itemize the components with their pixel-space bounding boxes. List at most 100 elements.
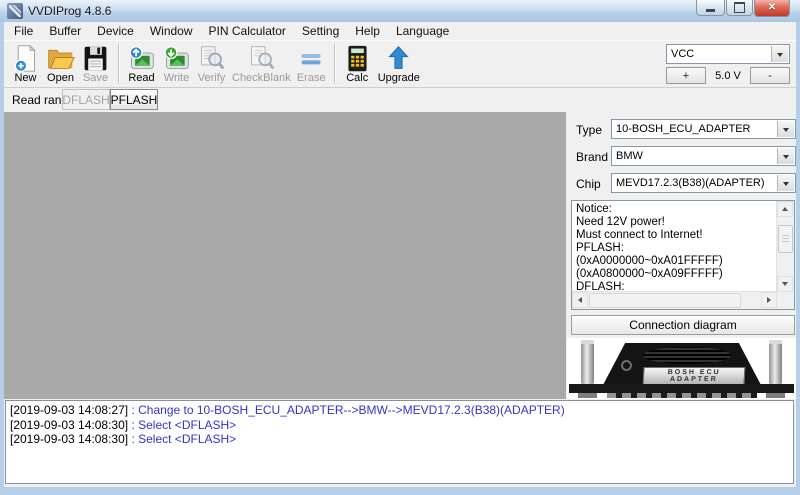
menu-item-setting[interactable]: Setting (294, 23, 347, 39)
log-separator: : (128, 432, 139, 446)
notice-text: Notice: Need 12V power! Must connect to In… (572, 201, 776, 291)
menu-item-help[interactable]: Help (347, 23, 388, 39)
scroll-left-button[interactable] (572, 292, 588, 308)
notice-line: Notice: (576, 203, 612, 215)
close-button[interactable]: ✕ (754, 0, 790, 17)
toolbar-button-write[interactable]: Write (159, 43, 194, 85)
app-logo-icon (7, 3, 23, 19)
calculator-icon (343, 44, 372, 73)
client-area: File Buffer Device Window PIN Calculator Sett… (4, 22, 796, 487)
brand-field-row: Brand BMW (566, 146, 796, 166)
adapter-foot (766, 393, 785, 398)
save-icon (81, 44, 110, 73)
scroll-up-button[interactable] (777, 201, 793, 217)
maximize-button[interactable] (726, 0, 753, 16)
brand-select[interactable]: BMW (611, 146, 796, 166)
notice-line: Must connect to Internet! (576, 229, 703, 241)
log-entry: [2019-09-03 14:08:30] : Select <DFLASH> (10, 432, 789, 447)
notice-box: Notice: Need 12V power! Must connect to In… (571, 200, 795, 310)
toolbar-button-erase[interactable]: Erase (294, 43, 329, 85)
toolbar-button-checkblank[interactable]: CheckBlank (229, 43, 294, 85)
toolbar: New Open Save Read Write Verify CheckBlank Eras… (4, 40, 796, 88)
open-folder-icon (46, 44, 75, 73)
toolbar-button-new[interactable]: New (8, 43, 43, 85)
buffer-display-area (4, 112, 566, 399)
type-label: Type (576, 123, 603, 137)
write-chip-icon (162, 44, 191, 73)
scroll-down-button[interactable] (777, 276, 793, 292)
chevron-down-icon[interactable] (777, 121, 794, 137)
notice-line: (0xA0800000~0xA09FFFFF) (576, 268, 723, 280)
toolbar-button-label: Upgrade (377, 72, 420, 84)
upgrade-icon (384, 44, 413, 73)
toolbar-separator (118, 44, 119, 84)
window-border (796, 22, 800, 495)
triangle-up-icon (782, 204, 788, 211)
menu-item-buffer[interactable]: Buffer (41, 23, 89, 39)
tab-dflash[interactable]: DFLASH (62, 89, 110, 110)
adapter-post (769, 340, 782, 384)
type-select[interactable]: 10-BOSH_ECU_ADAPTER (611, 119, 796, 139)
close-icon: ✕ (767, 2, 777, 13)
minimize-icon (706, 8, 715, 12)
toolbar-button-label: New (14, 72, 37, 84)
voltage-plus-button[interactable]: + (666, 67, 706, 84)
triangle-left-icon (575, 297, 582, 303)
log-output: [2019-09-03 14:08:27] : Change to 10-BOS… (5, 400, 794, 484)
adapter-base (569, 384, 794, 393)
menu-item-language[interactable]: Language (388, 23, 457, 39)
toolbar-button-upgrade[interactable]: Upgrade (375, 43, 423, 85)
chevron-down-icon[interactable] (777, 148, 794, 164)
scrollbar-thumb[interactable] (589, 293, 741, 308)
toolbar-button-open[interactable]: Open (43, 43, 78, 85)
type-field-row: Type 10-BOSH_ECU_ADAPTER (566, 119, 796, 139)
voltage-display: 5.0 V (715, 69, 741, 82)
toolbar-button-label: Calc (346, 72, 369, 84)
chip-value: MEVD17.2.3(B38)(ADAPTER) (616, 177, 765, 189)
adapter-body: BOSH ECU ADAPTER (603, 343, 761, 385)
tab-pflash[interactable]: PFLASH (110, 89, 158, 110)
chip-field-row: Chip MEVD17.2.3(B38)(ADAPTER) (566, 173, 796, 193)
horizontal-scrollbar[interactable] (572, 291, 777, 309)
chevron-down-icon[interactable] (771, 46, 788, 62)
adapter-label: BOSH ECU ADAPTER (642, 367, 746, 385)
menu-item-window[interactable]: Window (142, 23, 201, 39)
notice-line: Need 12V power! (576, 216, 665, 228)
toolbar-button-verify[interactable]: Verify (194, 43, 229, 85)
voltage-source-select[interactable]: VCC (666, 44, 790, 64)
toolbar-separator (333, 44, 335, 84)
toolbar-button-save[interactable]: Save (78, 43, 113, 85)
menu-item-pin-calculator[interactable]: PIN Calculator (201, 23, 294, 39)
toolbar-button-calc[interactable]: Calc (340, 43, 375, 85)
maximize-icon (734, 2, 745, 13)
adapter-post (581, 340, 594, 384)
toolbar-button-label: CheckBlank (232, 72, 291, 84)
toolbar-button-label: Erase (296, 72, 326, 84)
scroll-right-button[interactable] (761, 292, 777, 308)
triangle-right-icon (767, 297, 774, 303)
toolbar-buttons: New Open Save Read Write Verify CheckBlank Eras… (8, 42, 423, 86)
log-message: Select <DFLASH> (138, 417, 237, 432)
title-bar[interactable]: VVDIProg 4.8.6 ✕ (0, 0, 800, 23)
type-value: 10-BOSH_ECU_ADAPTER (616, 123, 751, 135)
vertical-scrollbar[interactable] (776, 201, 794, 292)
menu-item-file[interactable]: File (6, 23, 41, 39)
window-border (0, 487, 800, 495)
minimize-button[interactable] (696, 0, 725, 16)
notice-line: (0xA0000000~0xA01FFFFF) (576, 255, 723, 267)
window-title: VVDIProg 4.8.6 (28, 4, 112, 18)
toolbar-button-label: Verify (197, 72, 226, 84)
toolbar-button-read[interactable]: Read (124, 43, 159, 85)
verify-icon (197, 44, 226, 73)
voltage-minus-button[interactable]: - (750, 67, 790, 84)
chip-select[interactable]: MEVD17.2.3(B38)(ADAPTER) (611, 173, 796, 193)
window-controls: ✕ (696, 0, 790, 17)
log-separator: : (128, 417, 139, 432)
toolbar-button-label: Read (128, 72, 155, 84)
adapter-connector-pins (607, 393, 757, 398)
menu-item-device[interactable]: Device (89, 23, 142, 39)
scrollbar-thumb[interactable] (778, 225, 793, 253)
chevron-down-icon[interactable] (777, 175, 794, 191)
connection-diagram-button[interactable]: Connection diagram (571, 315, 795, 335)
log-entry: [2019-09-03 14:08:27] : Change to 10-BOS… (10, 403, 789, 418)
